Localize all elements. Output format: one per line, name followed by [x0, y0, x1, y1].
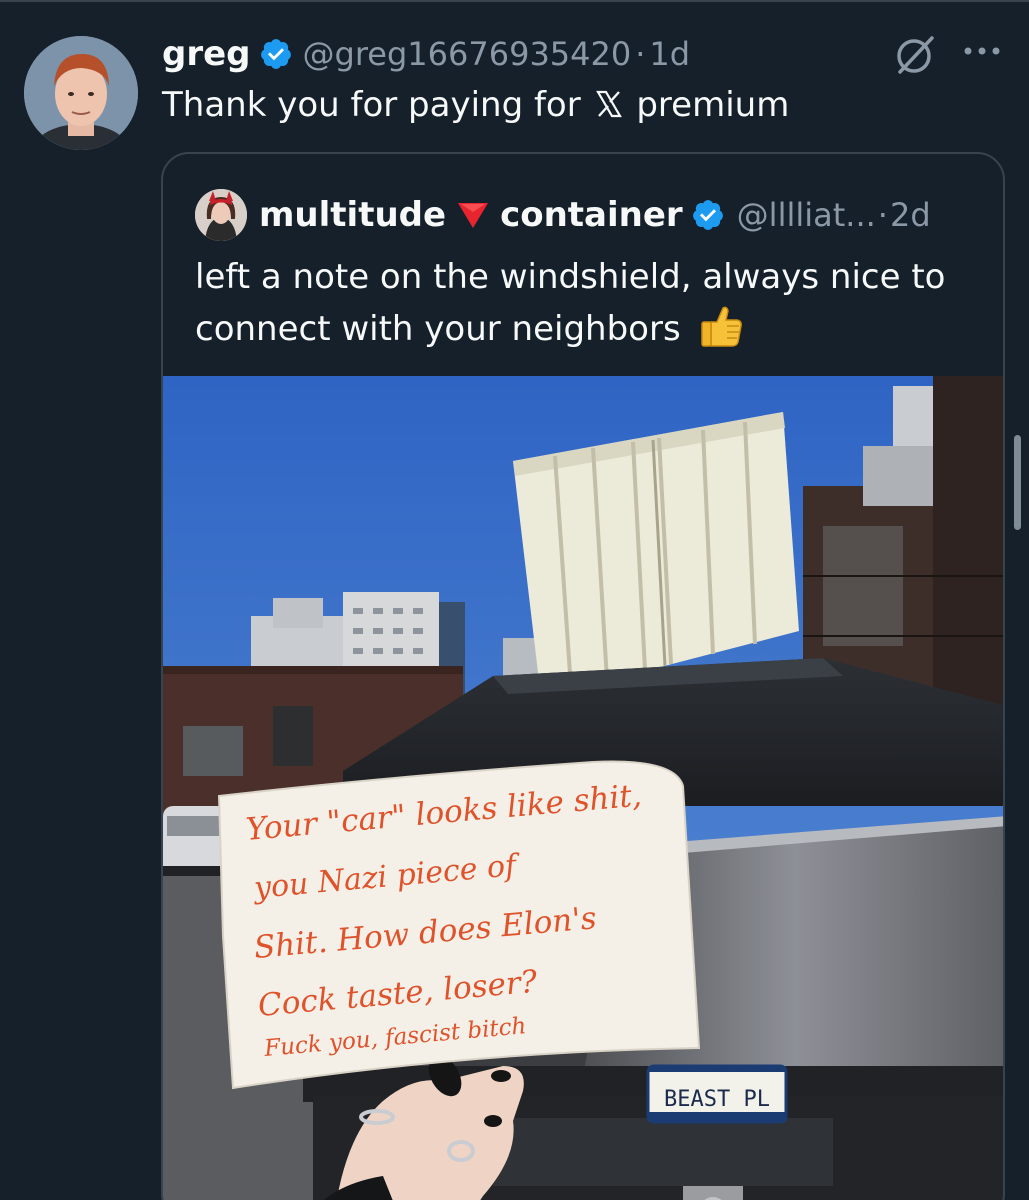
top-divider: [0, 0, 1029, 2]
quoted-timestamp[interactable]: 2d: [890, 196, 931, 234]
verified-badge-icon: [259, 37, 293, 71]
avatar[interactable]: [24, 36, 138, 150]
display-name[interactable]: greg: [162, 34, 251, 74]
quoted-tweet-text: left a note on the windshield, always ni…: [195, 252, 985, 354]
quoted-tweet-header: multitude container @lllliat... · 2d: [195, 188, 931, 242]
separator-dot: ·: [877, 196, 888, 234]
quoted-text-body: left a note on the windshield, always ni…: [195, 257, 946, 349]
handle[interactable]: @greg16676935420: [303, 35, 632, 73]
more-options-icon[interactable]: [960, 36, 1004, 66]
license-plate-text: BEAST PL: [664, 1087, 770, 1112]
timestamp[interactable]: 1d: [649, 35, 690, 73]
tweet-photo[interactable]: BEAST PL Your "car" looks like shit, you…: [163, 376, 1003, 1200]
tweet-text-part2: premium: [636, 85, 790, 125]
quoted-tweet-card[interactable]: multitude container @lllliat... · 2d lef…: [161, 152, 1005, 1200]
quoted-name-part2[interactable]: container: [500, 195, 683, 235]
quoted-avatar[interactable]: [195, 189, 247, 241]
grok-icon[interactable]: [892, 30, 940, 78]
quoted-handle[interactable]: @lllliat...: [737, 196, 876, 234]
tweet-header: greg @greg16676935420 · 1d: [162, 30, 690, 78]
verified-badge-icon: [691, 198, 725, 232]
tweet-text: Thank you for paying for premium: [162, 84, 789, 126]
red-triangle-icon: [456, 200, 490, 230]
thumbs-up-emoji-icon: [697, 302, 745, 350]
tweet-text-part1: Thank you for paying for: [162, 85, 581, 125]
quoted-name-part1[interactable]: multitude: [259, 195, 446, 235]
scrollbar[interactable]: [1014, 435, 1021, 530]
separator-dot: ·: [635, 35, 646, 73]
x-logo-icon: [595, 87, 622, 118]
